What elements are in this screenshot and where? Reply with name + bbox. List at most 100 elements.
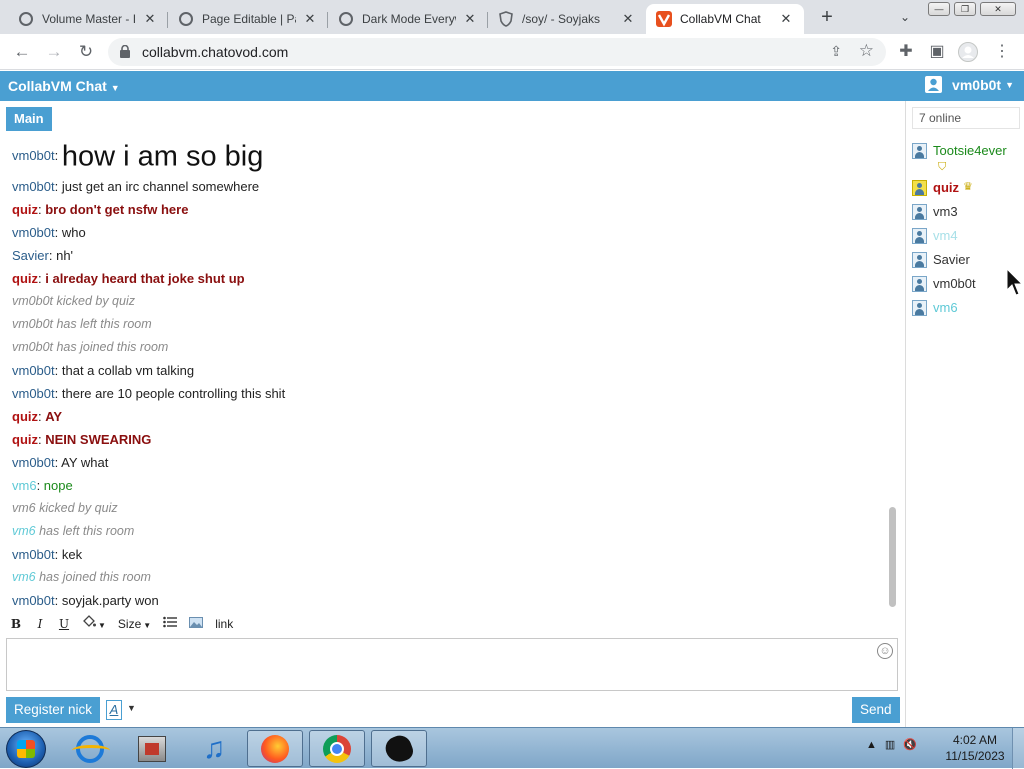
winamp-icon[interactable] xyxy=(124,730,180,767)
chrome-icon[interactable] xyxy=(309,730,365,767)
underline-button[interactable]: U xyxy=(54,614,74,634)
message-author[interactable]: vm0b0t xyxy=(12,225,55,240)
user-avatar-icon xyxy=(925,76,943,93)
image-button[interactable] xyxy=(185,614,207,634)
user-list-item[interactable]: Tootsie4ever ⛉ xyxy=(912,143,1022,180)
message-author[interactable]: vm0b0t xyxy=(12,179,55,194)
font-size-dropdown[interactable]: Size ▼ xyxy=(114,614,155,634)
share-icon[interactable]: ⇪ xyxy=(830,43,842,60)
tab-title: Dark Mode Everyw xyxy=(362,12,456,26)
close-icon[interactable]: ✕ xyxy=(462,11,478,27)
register-nick-button[interactable]: Register nick xyxy=(6,697,101,723)
volume-muted-icon[interactable]: 🔇 xyxy=(903,738,917,751)
close-icon[interactable]: ✕ xyxy=(620,11,636,27)
smiley-icon[interactable]: ☺ xyxy=(877,643,893,659)
new-tab-button[interactable]: + xyxy=(815,6,839,30)
user-list-item[interactable]: quiz ♛ xyxy=(912,180,1022,204)
tab-search-chevron-icon[interactable]: ⌄ xyxy=(893,7,917,29)
system-clock[interactable]: 4:02 AM 11/15/2023 xyxy=(944,732,1006,764)
extensions-puzzle-icon[interactable]: ✚ xyxy=(896,42,916,62)
restore-icon[interactable]: ❐ xyxy=(954,2,976,16)
chat-message: vm0b0t: how i am so big xyxy=(12,140,264,173)
list-button[interactable] xyxy=(159,614,181,634)
crown-icon: ♛ xyxy=(963,181,973,193)
browser-tab-active[interactable]: CollabVM Chat ✕ xyxy=(646,4,804,34)
font-style-button[interactable]: A xyxy=(106,700,122,720)
minimize-icon[interactable]: — xyxy=(928,2,950,16)
browser-tab[interactable]: /soy/ - Soyjaks ✕ xyxy=(488,4,646,34)
message-author[interactable]: quiz xyxy=(12,271,38,286)
browser-tab[interactable]: Dark Mode Everyw ✕ xyxy=(328,4,488,34)
system-message-user[interactable]: vm6 xyxy=(12,570,36,584)
chevron-down-icon[interactable]: ▼ xyxy=(127,703,136,713)
start-button[interactable] xyxy=(6,730,46,768)
window-close-icon[interactable]: ✕ xyxy=(980,2,1016,16)
message-list: vm0b0t: how i am so big vm0b0t: just get … xyxy=(12,137,882,612)
formatting-toolbar: B I U ▼ Size ▼ link xyxy=(6,611,898,637)
chat-message: vm0b0t: kek xyxy=(12,547,83,562)
system-message: vm0b0t has joined this room xyxy=(12,340,169,354)
message-author[interactable]: vm0b0t xyxy=(12,593,55,608)
user-icon xyxy=(912,276,927,292)
app-title-menu[interactable]: CollabVM Chat ▼ xyxy=(8,78,120,94)
tab-title: CollabVM Chat xyxy=(680,12,761,26)
user-name: vm4 xyxy=(933,228,958,243)
chat-main-panel: Main vm0b0t: how i am so big vm0b0t: just… xyxy=(0,101,905,727)
address-bar[interactable]: collabvm.chatovod.com ⇪ ☆ xyxy=(108,38,886,66)
scrollbar-thumb[interactable] xyxy=(889,507,896,607)
system-message: vm6 has left this room xyxy=(12,520,882,543)
message-author[interactable]: vm0b0t xyxy=(12,455,55,470)
message-author[interactable]: vm6 xyxy=(12,478,37,493)
chevron-down-icon: ▼ xyxy=(110,83,120,93)
message-author[interactable]: vm0b0t xyxy=(12,148,55,163)
chat-message: quiz: bro don't get nsfw here xyxy=(12,202,189,217)
side-panel-icon[interactable]: ▣ xyxy=(927,42,947,62)
back-icon[interactable]: ← xyxy=(10,40,34,64)
forward-icon[interactable]: → xyxy=(42,40,66,64)
room-tab-main[interactable]: Main xyxy=(6,107,52,131)
user-list-item[interactable]: vm3 xyxy=(912,204,1022,228)
system-message: vm0b0t kicked by quiz xyxy=(12,294,135,308)
itunes-icon[interactable]: ♫ xyxy=(186,730,242,767)
bookmark-star-icon[interactable]: ☆ xyxy=(859,41,874,61)
chat-message: vm0b0t: there are 10 people controlling … xyxy=(12,386,286,401)
current-user-menu[interactable]: vm0b0t ▼ xyxy=(925,76,1014,93)
bold-button[interactable]: B xyxy=(6,614,26,634)
tray-expand-icon[interactable]: ▲ xyxy=(866,739,877,751)
user-list-item[interactable]: vm4 xyxy=(912,228,1022,252)
close-icon[interactable]: ✕ xyxy=(142,11,158,27)
firefox-icon[interactable] xyxy=(247,730,303,767)
message-author[interactable]: quiz xyxy=(12,409,38,424)
reload-icon[interactable]: ↻ xyxy=(74,40,98,64)
message-input[interactable]: ☺ xyxy=(6,638,898,691)
browser-tab[interactable]: Volume Master - I ✕ xyxy=(8,4,168,34)
text-color-button[interactable]: ▼ xyxy=(78,614,110,634)
message-author[interactable]: vm0b0t xyxy=(12,386,55,401)
windows-taskbar: ♫ ▲ ▥ 🔇 4:02 AM 11/15/2023 xyxy=(0,727,1024,769)
chat-message: vm0b0t: just get an irc channel somewher… xyxy=(12,179,260,194)
message-author[interactable]: quiz xyxy=(12,202,38,217)
message-author[interactable]: vm0b0t xyxy=(12,547,55,562)
user-name: vm3 xyxy=(933,204,958,219)
browser-menu-icon[interactable]: ⋮ xyxy=(992,42,1012,62)
profile-avatar-icon[interactable] xyxy=(958,42,978,62)
italic-button[interactable]: I xyxy=(30,614,50,634)
message-author[interactable]: quiz xyxy=(12,432,38,447)
send-button[interactable]: Send xyxy=(852,697,900,723)
ink-app-icon[interactable] xyxy=(371,730,427,767)
show-desktop-button[interactable] xyxy=(1012,728,1024,769)
close-icon[interactable]: ✕ xyxy=(778,11,794,27)
size-label: Size xyxy=(117,617,142,631)
chat-message: vm6: nope xyxy=(12,478,73,493)
mouse-cursor-icon xyxy=(1006,268,1024,296)
browser-tab[interactable]: Page Editable | Pa ✕ xyxy=(168,4,328,34)
network-icon[interactable]: ▥ xyxy=(885,738,895,751)
message-author[interactable]: Savier xyxy=(12,248,49,263)
user-list-item[interactable]: vm6 xyxy=(912,300,1022,324)
message-author[interactable]: vm0b0t xyxy=(12,363,55,378)
system-message-user[interactable]: vm6 xyxy=(12,524,36,538)
internet-explorer-icon[interactable] xyxy=(62,730,118,767)
link-button[interactable]: link xyxy=(211,614,237,634)
tab-title: /soy/ - Soyjaks xyxy=(522,12,601,26)
close-icon[interactable]: ✕ xyxy=(302,11,318,27)
